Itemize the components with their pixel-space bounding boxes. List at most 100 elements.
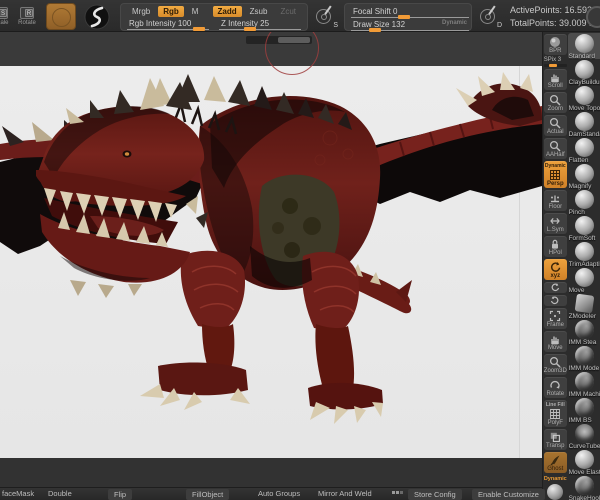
brush-snakehook[interactable]: SnakeHook bbox=[568, 475, 600, 500]
tool-label: Floor bbox=[548, 204, 563, 210]
move-button[interactable]: Move bbox=[543, 331, 567, 352]
tool-label: Zoom bbox=[547, 106, 563, 112]
mode-button-zadd[interactable]: Zadd bbox=[212, 5, 242, 17]
brush-thumbnail bbox=[574, 190, 594, 209]
alpha-picker[interactable]: D bbox=[480, 4, 502, 29]
rgb-intensity-slider[interactable]: Rgb Intensity 100 bbox=[127, 18, 209, 31]
zoom3d-button[interactable]: Zoom3D bbox=[543, 354, 567, 375]
tool-label: Frame bbox=[546, 322, 564, 328]
bottom-item-store-config[interactable]: Store Config bbox=[408, 489, 462, 500]
rotate-hand-icon bbox=[550, 380, 560, 389]
spix-slider[interactable]: SPix 3 bbox=[543, 57, 567, 67]
slider-handle[interactable] bbox=[368, 27, 381, 32]
tool-label: Transp bbox=[546, 443, 565, 449]
brush-formsoft[interactable]: FormSoft bbox=[568, 215, 600, 242]
brush-thumbnail bbox=[574, 86, 594, 105]
stroke-picker[interactable]: S bbox=[316, 4, 338, 29]
xyz-button[interactable]: xyz bbox=[543, 259, 567, 280]
brush-imm-mode[interactable]: IMM Mode bbox=[568, 345, 600, 372]
bottom-item-facemask[interactable]: faceMask bbox=[2, 488, 34, 500]
shelf-sphere-thumb[interactable] bbox=[547, 484, 564, 500]
rotate-tool-button[interactable]: R Rotate bbox=[14, 4, 40, 30]
brush-thumbnail bbox=[574, 216, 594, 235]
mode-button-zsub[interactable]: Zsub bbox=[245, 6, 273, 17]
scale-tool-button[interactable]: S Scale bbox=[0, 4, 14, 30]
brush-zmodeler[interactable]: ZModeler bbox=[568, 293, 600, 320]
mode-button-mrgb[interactable]: Mrgb bbox=[127, 6, 155, 17]
mode-button-m[interactable]: M bbox=[187, 6, 204, 17]
brush-damstandard[interactable]: DamStandard bbox=[568, 111, 600, 138]
hand-icon bbox=[551, 74, 559, 83]
slider-handle[interactable] bbox=[244, 26, 257, 31]
tool-label: Actual bbox=[546, 129, 564, 135]
brush-trimadaptive[interactable]: TrimAdaptive bbox=[568, 241, 600, 268]
bpr-button[interactable]: BPR bbox=[543, 34, 567, 55]
actual-button[interactable]: Actual bbox=[543, 115, 567, 136]
viewport-canvas[interactable] bbox=[0, 66, 542, 458]
brush-thumbnail bbox=[574, 34, 594, 53]
tool-label: Move bbox=[547, 345, 563, 351]
hpol-button[interactable]: HPol bbox=[543, 236, 567, 257]
rotate-button[interactable]: Rotate bbox=[543, 377, 567, 398]
alpha-icon bbox=[480, 8, 495, 24]
current-brush-swatch[interactable] bbox=[46, 3, 76, 30]
mode-button-zcut[interactable]: Zcut bbox=[275, 6, 301, 17]
tool-label: L.Sym bbox=[546, 227, 564, 233]
frame-button[interactable]: Frame bbox=[543, 308, 567, 329]
brush-column: StandardClayBuildupMove TopologicalDamSt… bbox=[567, 32, 600, 500]
mode-button-rgb[interactable]: Rgb bbox=[158, 5, 184, 17]
slider-handle[interactable] bbox=[193, 26, 206, 31]
bottom-item-flip[interactable]: Flip bbox=[108, 489, 133, 500]
symmetry-icon bbox=[550, 218, 561, 224]
lock-icon bbox=[552, 239, 559, 249]
material-sphere[interactable] bbox=[84, 4, 110, 30]
floor-button[interactable]: Floor bbox=[543, 190, 567, 211]
brush-label: SnakeHook bbox=[568, 495, 600, 500]
sphere-icon bbox=[550, 37, 561, 47]
brush-curvetube[interactable]: CurveTube bbox=[568, 423, 600, 450]
aahalf-button[interactable]: AAHalf bbox=[543, 138, 567, 159]
ghost-button[interactable]: Ghost bbox=[543, 452, 567, 473]
bottom-item-fillobject[interactable]: FillObject bbox=[186, 489, 230, 500]
rotate-y-button[interactable] bbox=[543, 282, 567, 293]
brush-magnify[interactable]: Magnify bbox=[568, 163, 600, 190]
brush-move-topological[interactable]: Move Topological bbox=[568, 85, 600, 112]
z-intensity-slider[interactable]: Z Intensity 25 bbox=[219, 18, 301, 31]
tool-label: AAHalf bbox=[545, 152, 565, 158]
brush-move[interactable]: Move bbox=[568, 267, 600, 294]
dragon-model[interactable] bbox=[0, 66, 542, 458]
brush-standard[interactable]: Standard bbox=[567, 33, 600, 60]
focal-shift-slider[interactable]: Focal Shift 0 bbox=[351, 6, 469, 19]
brush-thumbnail bbox=[574, 60, 594, 79]
rotate-icon bbox=[551, 262, 561, 272]
brush-imm-machi[interactable]: IMM Machi bbox=[568, 371, 600, 398]
brush-imm-stea[interactable]: IMM Stea bbox=[568, 319, 600, 346]
transp-button[interactable]: Transp bbox=[543, 429, 567, 450]
brush-flatten[interactable]: Flatten bbox=[568, 137, 600, 164]
brush-imm-bs[interactable]: IMM BS bbox=[568, 397, 600, 424]
tool-label: Ghost bbox=[547, 466, 564, 472]
scroll-button[interactable]: Scroll bbox=[543, 69, 567, 90]
brush-claybuildup[interactable]: ClayBuildup bbox=[568, 59, 600, 86]
polyf-button[interactable]: Line Fill PolyF bbox=[543, 400, 567, 427]
draw-size-slider[interactable]: Draw Size 132 Dynamic bbox=[351, 19, 469, 32]
slider-tag: Dynamic bbox=[441, 19, 467, 26]
l-sym-button[interactable]: L.Sym bbox=[543, 213, 567, 234]
brush-thumbnail bbox=[574, 398, 594, 417]
brush-pinch[interactable]: Pinch bbox=[568, 189, 600, 216]
brush-thumbnail bbox=[574, 268, 594, 287]
viewport-tool-column: BPR SPix 3 Scroll Zoom Actual AAHalf Dynamic Pe… bbox=[543, 32, 568, 500]
rotate-z-button[interactable] bbox=[543, 295, 567, 306]
floor-icon bbox=[551, 195, 560, 203]
persp-button[interactable]: Dynamic Persp bbox=[543, 161, 567, 188]
color-modes: Mrgb Rgb M bbox=[127, 5, 204, 17]
bottom-item-auto-groups[interactable]: Auto Groups bbox=[258, 488, 300, 500]
tool-label: Rotate bbox=[546, 391, 565, 397]
document-bottom-strip bbox=[0, 458, 542, 487]
bottom-item-enable-customize[interactable]: Enable Customize bbox=[472, 489, 545, 500]
bottom-item-mirror-and-weld[interactable]: Mirror And Weld bbox=[318, 488, 372, 500]
zoom-button[interactable]: Zoom bbox=[543, 92, 567, 113]
brush-move-elastic[interactable]: Move Elastic bbox=[568, 449, 600, 476]
bottom-item-double[interactable]: Double bbox=[48, 488, 72, 500]
tool-label: BPR bbox=[549, 48, 562, 54]
